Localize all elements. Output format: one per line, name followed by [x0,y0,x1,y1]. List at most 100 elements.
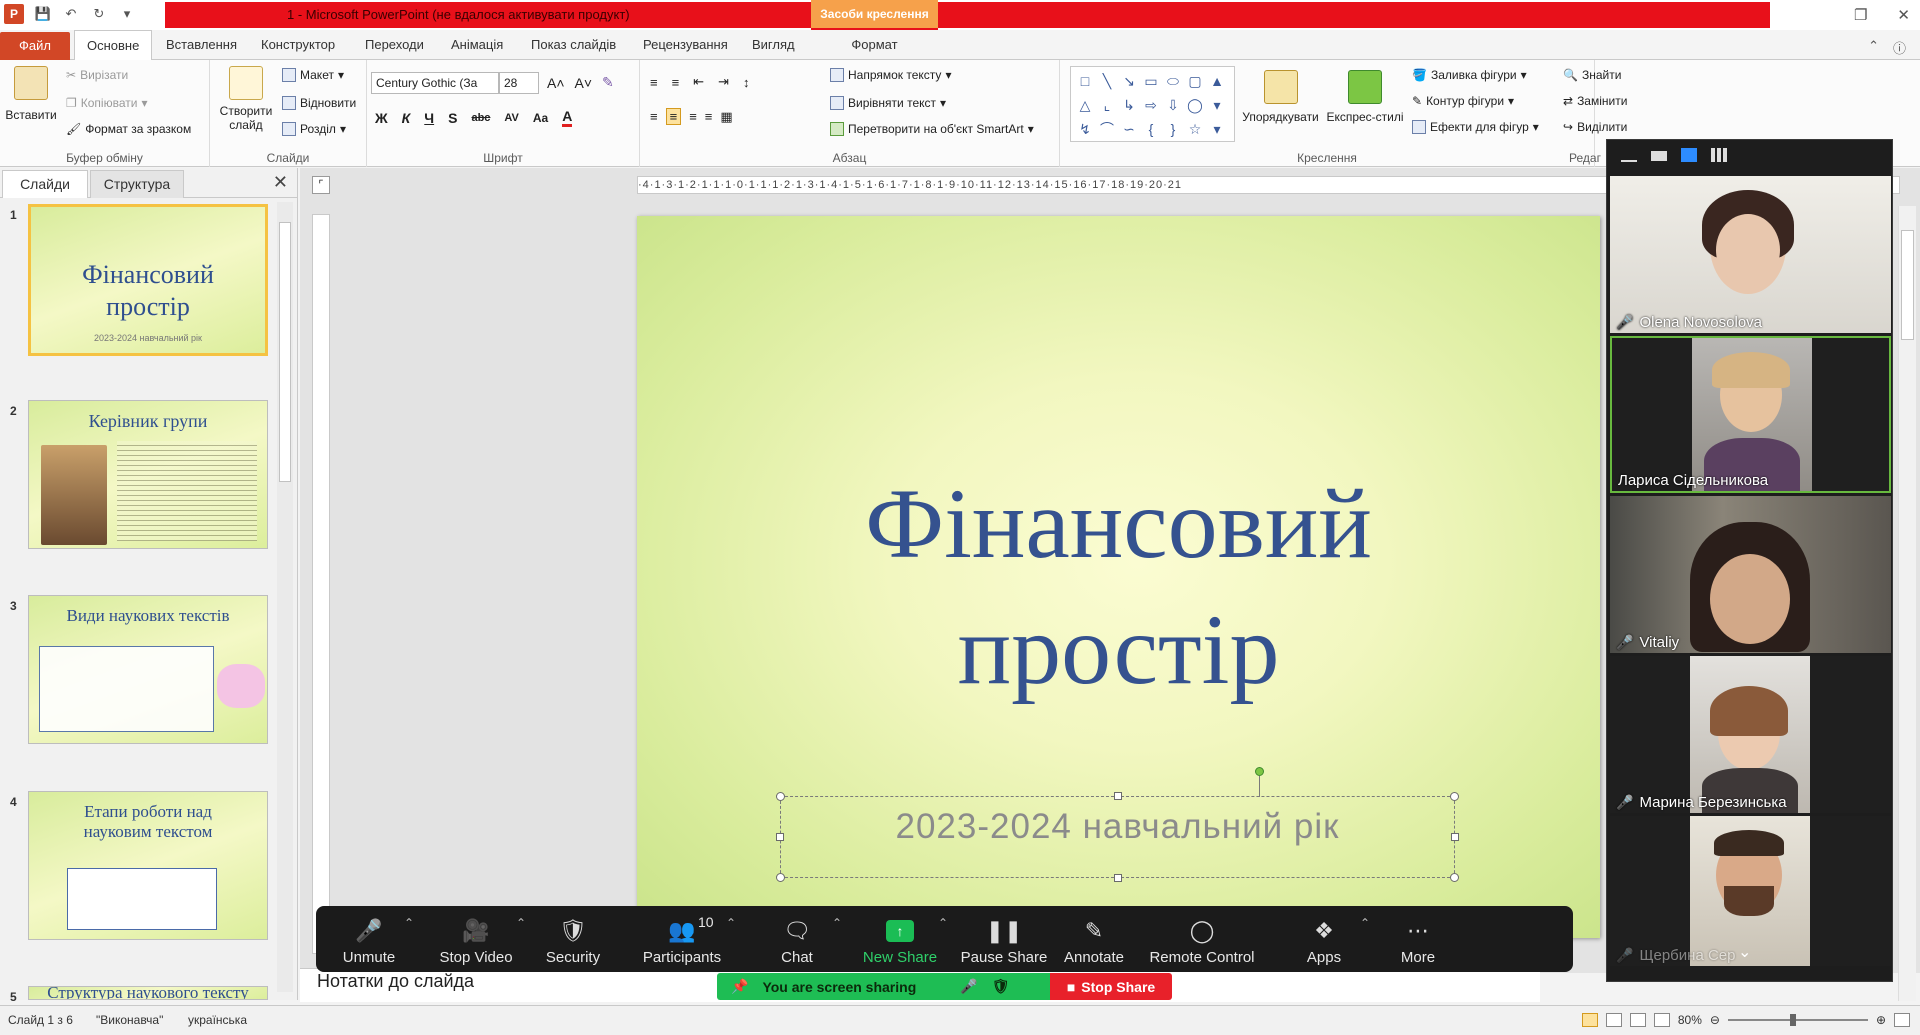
stop-share-button[interactable]: ■ Stop Share [1050,973,1172,1000]
new-slide-button[interactable]: Створити слайд [216,66,276,132]
normal-view-icon[interactable] [1581,1013,1598,1027]
stop-video-button[interactable]: 🎥 ⌃ Stop Video [422,906,530,972]
customize-icon[interactable]: ▾ [118,5,136,23]
tab-design[interactable]: Конструктор [261,37,335,52]
zoom-in-icon[interactable]: ⊕ [1876,1013,1886,1027]
slide-thumb-2[interactable]: Керівник групи [28,400,268,549]
panel-scrollbar[interactable] [277,202,293,992]
tab-animations[interactable]: Анімація [451,37,503,52]
tab-slideshow[interactable]: Показ слайдів [531,37,616,52]
participants-button[interactable]: 👥 10 ⌃ Participants [616,906,748,972]
copy-button[interactable]: ❐ Копіювати ▾ [66,96,147,110]
slide-title[interactable]: Фінансовий простір [637,461,1600,713]
theme-name[interactable]: "Виконавча" [96,1013,163,1027]
help-icon[interactable]: ⓘ [1893,38,1906,57]
paste-button[interactable]: Вставити [5,66,57,122]
chevron-up-icon[interactable]: ⌃ [938,916,948,930]
slideshow-icon[interactable] [1653,1013,1670,1027]
arrange-button[interactable]: Упорядкувати [1238,70,1323,124]
chevron-up-icon[interactable]: ⌃ [1360,916,1370,930]
rotate-handle[interactable] [1255,767,1264,776]
shape-fill-button[interactable]: 🪣 Заливка фігури ▾ [1412,68,1527,82]
slide-subtitle[interactable]: 2023-2024 навчальний рік [781,807,1454,847]
slide-thumb-3[interactable]: Види наукових текстів [28,595,268,744]
speaker-view-icon[interactable] [1681,148,1697,162]
font-name-select[interactable]: Century Gothic (За [371,72,499,94]
increase-indent-icon[interactable]: ⇥ [718,74,729,90]
language-indicator[interactable]: українська [188,1013,247,1027]
font-size-select[interactable]: 28 [499,72,539,94]
bold-icon[interactable]: Ж [375,110,388,126]
change-case-icon[interactable]: Aa [533,111,548,125]
tab-view[interactable]: Вигляд [752,37,795,52]
slide-sorter-icon[interactable] [1605,1013,1622,1027]
font-color-icon[interactable]: A [562,108,573,127]
chevron-up-icon[interactable]: ⌃ [832,916,842,930]
participant-tile[interactable]: 🎤 Щербина Сер ⌄ [1610,816,1891,966]
remote-control-button[interactable]: ◯ Remote Control [1134,906,1270,972]
close-icon[interactable]: ✕ [1897,6,1910,24]
bullets-icon[interactable]: ≡ [650,75,658,90]
resize-handle[interactable] [1114,874,1122,882]
gallery-view-icon[interactable] [1711,148,1727,162]
reset-button[interactable]: Відновити [282,96,356,110]
resize-handle[interactable] [1114,792,1122,800]
vertical-ruler[interactable] [312,214,330,954]
tab-stop-icon[interactable]: ⌜ [312,176,330,194]
undo-icon[interactable]: ↶ [62,5,80,23]
layout-button[interactable]: Макет ▾ [282,68,344,82]
tab-home[interactable]: Основне [74,30,153,61]
close-panel-icon[interactable]: ✕ [273,172,288,193]
columns-icon[interactable]: ▦ [720,109,732,125]
justify-icon[interactable]: ≡ [705,109,713,124]
fit-to-window-icon[interactable] [1894,1013,1910,1027]
tab-insert[interactable]: Вставлення [166,37,237,52]
slide-thumb-1[interactable]: Фінансовий простір 2023-2024 навчальний … [28,204,268,356]
participant-tile-active[interactable]: Лариса Сідельникова [1610,336,1891,493]
shadow-icon[interactable]: S [448,110,457,126]
chat-button[interactable]: 🗨 ⌃ Chat [748,906,846,972]
format-painter-button[interactable]: 🖌 Формат за зразком [66,122,191,136]
thumbnail-view-icon[interactable] [1651,151,1667,161]
chevron-down-icon[interactable]: ⌄ [1738,942,1751,962]
strikethrough-icon[interactable]: abc [471,112,490,124]
align-text-button[interactable]: Вирівняти текст ▾ [830,96,946,110]
underline-icon[interactable]: Ч [424,110,434,126]
tab-transitions[interactable]: Переходи [365,37,424,52]
shapes-gallery[interactable]: □ ╲ ↘ ▭ ⬭ ▢ ▲ △ ⌞ ↳ ⇨ ⇩ ◯ ▾ ↯ ⌒ ∽{} ☆ ▾ [1070,66,1235,142]
clear-format-icon[interactable]: ✎ [602,74,614,91]
section-button[interactable]: Розділ ▾ [282,122,346,136]
zoom-out-icon[interactable]: ⊖ [1710,1013,1720,1027]
annotate-button[interactable]: ✎ Annotate [1054,906,1134,972]
minimize-ribbon-icon[interactable]: ⌃ [1868,38,1879,57]
shape-outline-button[interactable]: ✎ Контур фігури ▾ [1412,94,1514,108]
align-center-icon[interactable]: ≡ [665,108,682,125]
select-button[interactable]: ↪ Виділити [1563,120,1627,134]
reading-view-icon[interactable] [1629,1013,1646,1027]
tab-outline[interactable]: Структура [90,170,184,198]
grow-font-icon[interactable]: A˄ [547,75,565,91]
line-spacing-icon[interactable]: ↕ [743,75,750,90]
replace-button[interactable]: ⇄ Замінити [1563,94,1627,108]
align-left-icon[interactable]: ≡ [650,109,658,124]
slide-thumb-5[interactable]: Структура наукового тексту [28,986,268,1000]
slide-thumb-4[interactable]: Етапи роботи над науковим текстом [28,791,268,940]
participant-tile[interactable]: 🎤 Olena Novosolova [1610,176,1891,333]
more-button[interactable]: ⋯ More [1378,906,1458,972]
cut-button[interactable]: ✂ Вирізати [66,68,128,82]
numbering-icon[interactable]: ≡ [672,75,680,90]
zoom-slider[interactable] [1727,1014,1868,1026]
redo-icon[interactable]: ↻ [90,5,108,23]
save-icon[interactable]: 💾 [34,5,52,23]
tab-file[interactable]: Файл [0,32,70,60]
align-right-icon[interactable]: ≡ [689,109,697,124]
participant-tile[interactable]: 🎤 Марина Березинська [1610,656,1891,813]
quick-styles-button[interactable]: Експрес-стилі [1324,70,1406,124]
minimize-icon[interactable] [1621,148,1637,162]
text-direction-button[interactable]: Напрямок тексту ▾ [830,68,951,82]
tab-review[interactable]: Рецензування [643,37,728,52]
sharing-status[interactable]: 📌 You are screen sharing 🎤 🛡 [717,973,1050,1000]
chevron-up-icon[interactable]: ⌃ [404,916,414,930]
apps-button[interactable]: ❖ ⌃ Apps [1270,906,1378,972]
participant-tile[interactable]: 🎤 Vitaliy [1610,496,1891,653]
